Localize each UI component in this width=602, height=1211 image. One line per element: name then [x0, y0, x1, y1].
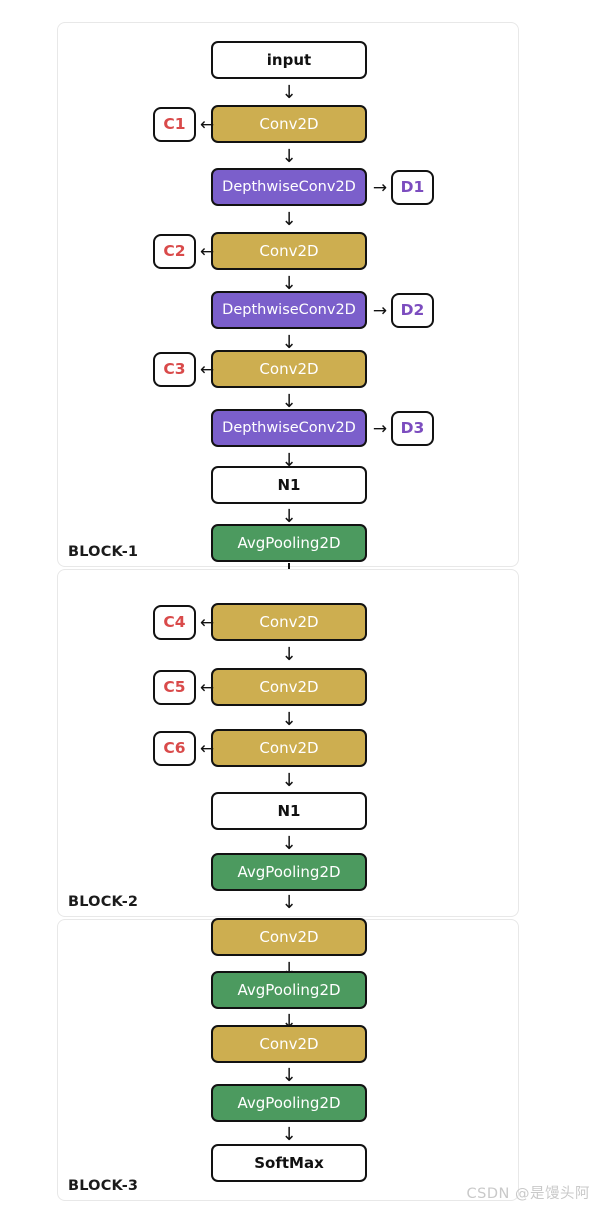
node-depthwiseconv2d-2[interactable]: DepthwiseConv2D — [211, 291, 367, 329]
arrow-n1-to-pool2: ↓ — [281, 833, 297, 854]
node-conv2d-1[interactable]: Conv2D — [211, 105, 367, 143]
arrow-left-c4: ← — [199, 613, 215, 633]
node-conv2d-8[interactable]: Conv2D — [211, 1025, 367, 1063]
tag-c4[interactable]: C4 — [153, 605, 196, 640]
tag-c6[interactable]: C6 — [153, 731, 196, 766]
arrow-conv8-to-pool4: ↓ — [281, 1065, 297, 1086]
arrow-right-d2: → — [372, 301, 388, 321]
node-avgpooling2d-4[interactable]: AvgPooling2D — [211, 1084, 367, 1122]
node-depthwiseconv2d-3[interactable]: DepthwiseConv2D — [211, 409, 367, 447]
node-conv2d-5[interactable]: Conv2D — [211, 668, 367, 706]
arrow-left-c1: ← — [199, 115, 215, 135]
node-conv2d-6[interactable]: Conv2D — [211, 729, 367, 767]
tag-d3[interactable]: D3 — [391, 411, 434, 446]
architecture-diagram: BLOCK-1 input ↓ Conv2D C1 ← ↓ DepthwiseC… — [0, 0, 602, 1211]
csdn-watermark: CSDN @是馒头阿 — [466, 1186, 590, 1202]
tag-c3[interactable]: C3 — [153, 352, 196, 387]
node-avgpooling2d-1[interactable]: AvgPooling2D — [211, 524, 367, 562]
node-conv2d-7[interactable]: Conv2D — [211, 918, 367, 956]
node-conv2d-3[interactable]: Conv2D — [211, 350, 367, 388]
node-input[interactable]: input — [211, 41, 367, 79]
tag-d1[interactable]: D1 — [391, 170, 434, 205]
arrow-input-to-conv1: ↓ — [281, 82, 297, 103]
block-label-3: BLOCK-3 — [68, 1178, 139, 1194]
node-conv2d-4[interactable]: Conv2D — [211, 603, 367, 641]
node-avgpooling2d-2[interactable]: AvgPooling2D — [211, 853, 367, 891]
tag-c2[interactable]: C2 — [153, 234, 196, 269]
node-avgpooling2d-3[interactable]: AvgPooling2D — [211, 971, 367, 1009]
arrow-left-c6: ← — [199, 739, 215, 759]
node-depthwiseconv2d-1[interactable]: DepthwiseConv2D — [211, 168, 367, 206]
node-n1-block1[interactable]: N1 — [211, 466, 367, 504]
arrow-left-c5: ← — [199, 678, 215, 698]
arrow-pool4-to-softmax: ↓ — [281, 1124, 297, 1145]
node-softmax[interactable]: SoftMax — [211, 1144, 367, 1182]
arrow-conv1-to-dw1: ↓ — [281, 146, 297, 167]
arrow-dw1-to-conv2: ↓ — [281, 209, 297, 230]
arrow-conv4-to-conv5: ↓ — [281, 644, 297, 665]
arrow-right-d1: → — [372, 178, 388, 198]
arrow-right-d3: → — [372, 419, 388, 439]
tag-d2[interactable]: D2 — [391, 293, 434, 328]
tag-c1[interactable]: C1 — [153, 107, 196, 142]
block-label-1: BLOCK-1 — [68, 544, 139, 560]
arrow-left-c2: ← — [199, 242, 215, 262]
tag-c5[interactable]: C5 — [153, 670, 196, 705]
block-label-2: BLOCK-2 — [68, 894, 139, 910]
arrow-conv5-to-conv6: ↓ — [281, 709, 297, 730]
arrow-left-c3: ← — [199, 360, 215, 380]
arrow-block2-to-block3: ↓ — [281, 892, 297, 913]
node-conv2d-2[interactable]: Conv2D — [211, 232, 367, 270]
arrow-conv6-to-n1: ↓ — [281, 770, 297, 791]
node-n1-block2[interactable]: N1 — [211, 792, 367, 830]
